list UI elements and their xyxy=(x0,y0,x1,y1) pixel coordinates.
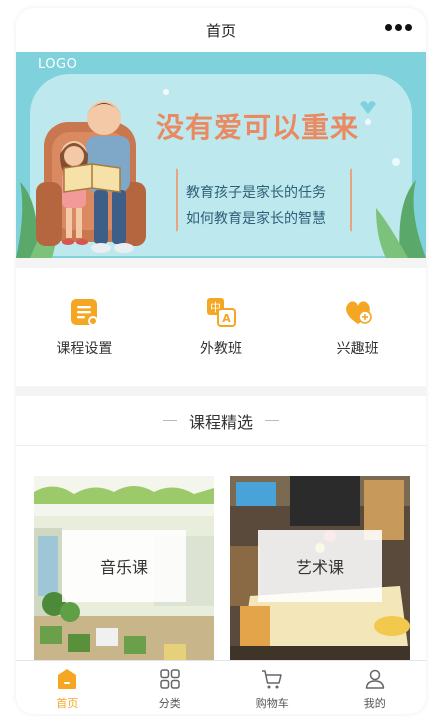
menu-label-foreign-teacher: 外教班 xyxy=(200,341,242,357)
menu-label-course-settings: 课程设置 xyxy=(56,341,113,357)
menu-item-course-settings[interactable]: 课程设置 xyxy=(16,268,153,386)
grid-icon xyxy=(160,669,180,689)
category-menu: 课程设置 中 A 外教班 兴趣班 xyxy=(16,268,426,386)
tab-label-category: 分类 xyxy=(158,697,181,710)
course-settings-icon xyxy=(71,299,99,326)
page-title: 首页 xyxy=(205,21,236,40)
section-header: 课程精选 xyxy=(16,396,426,446)
divider xyxy=(162,420,177,421)
divider xyxy=(265,420,279,421)
tab-label-me: 我的 xyxy=(363,697,386,710)
svg-text:A: A xyxy=(222,312,231,325)
more-dots-icon[interactable] xyxy=(385,24,412,31)
translate-icon: 中 A xyxy=(207,298,236,327)
tab-home[interactable]: 首页 xyxy=(16,661,119,714)
user-icon xyxy=(365,669,384,689)
banner-line-2: 如何教育是家长的智慧 xyxy=(186,211,326,227)
bottom-tab-bar: 首页 分类 购物车 我的 xyxy=(16,660,426,714)
tab-category[interactable]: 分类 xyxy=(119,661,222,714)
app-screen: 首页 LOGO 没有爱可以重来 教育孩子是家长的任务 如何教育是家长的智慧 课程… xyxy=(16,8,426,714)
course-card-art[interactable]: 艺术课 xyxy=(230,476,410,662)
course-card-music[interactable]: 音乐课 xyxy=(34,476,214,662)
menu-item-foreign-teacher[interactable]: 中 A 外教班 xyxy=(153,268,290,386)
navigation-bar: 首页 xyxy=(16,8,426,52)
menu-item-interest-class[interactable]: 兴趣班 xyxy=(289,268,426,386)
course-label-box: 音乐课 xyxy=(62,530,186,602)
cart-icon xyxy=(262,670,282,689)
course-label-box: 艺术课 xyxy=(258,530,382,602)
course-label-art: 艺术课 xyxy=(295,558,344,577)
section-title: 课程精选 xyxy=(188,412,253,432)
tab-label-cart: 购物车 xyxy=(255,697,289,710)
tab-label-home: 首页 xyxy=(56,697,79,710)
hero-banner[interactable]: LOGO 没有爱可以重来 教育孩子是家长的任务 如何教育是家长的智慧 xyxy=(16,52,426,258)
menu-label-interest-class: 兴趣班 xyxy=(336,341,379,357)
banner-line-1: 教育孩子是家长的任务 xyxy=(186,185,326,201)
home-icon xyxy=(58,669,77,689)
heart-icon xyxy=(345,301,372,324)
tab-me[interactable]: 我的 xyxy=(324,661,427,714)
tab-cart[interactable]: 购物车 xyxy=(221,661,324,714)
course-label-music: 音乐课 xyxy=(99,558,148,577)
banner-headline: 没有爱可以重来 xyxy=(156,111,360,144)
